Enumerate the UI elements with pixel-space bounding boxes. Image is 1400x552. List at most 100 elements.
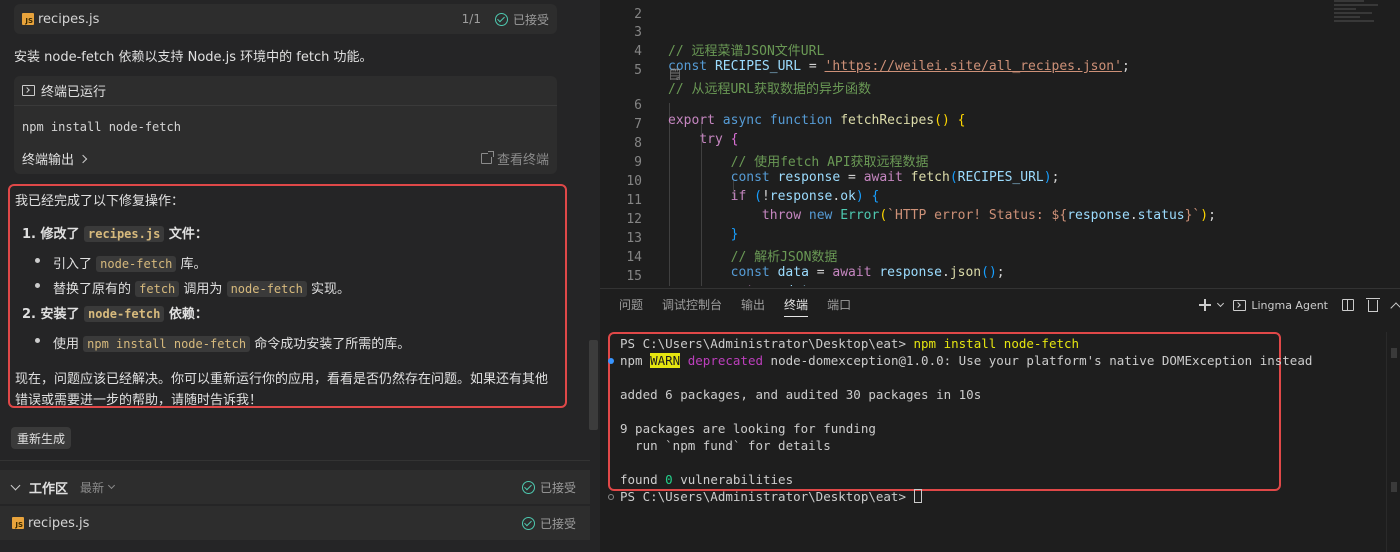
terminal-line: found 0 vulnerabilities xyxy=(620,472,793,487)
accepted-label: 已接受 xyxy=(539,516,576,531)
view-terminal-label: 查看终端 xyxy=(496,153,549,168)
step2-suffix: 依赖： xyxy=(168,307,208,322)
npm-label: npm xyxy=(620,353,651,368)
step2-prefix: 2. 安装了 xyxy=(22,307,80,322)
terminal-line: npm WARN deprecated node-domexception@1.… xyxy=(620,353,1312,368)
tab-ports[interactable]: 端口 xyxy=(827,289,851,321)
b3-suffix: 命令成功安装了所需的库。 xyxy=(254,337,411,352)
summary-closing-1: 现在，问题应该已经解决。你可以重新运行你的应用，看看是否仍然存在问题。如果还有其… xyxy=(15,372,549,387)
b3-prefix: 使用 xyxy=(53,337,80,352)
scroll-marker xyxy=(1391,482,1397,492)
workspace-file-item[interactable]: JS recipes.js 已接受 xyxy=(0,506,590,540)
code-line: 12 } xyxy=(600,197,1360,242)
command-decoration-icon[interactable] xyxy=(608,494,614,500)
terminal-panel[interactable]: PS C:\Users\Administrator\Desktop\eat> n… xyxy=(600,320,1400,552)
change-count: 1/1 xyxy=(461,12,481,26)
code-line: 10 if (!response.ok) { xyxy=(600,159,1360,204)
workspace-header[interactable]: 工作区 最新 已接受 xyxy=(0,470,590,504)
regenerate-button[interactable]: 重新生成 xyxy=(11,427,72,449)
tab-terminal[interactable]: 终端 xyxy=(784,289,809,321)
new-terminal-plus-icon[interactable] xyxy=(1199,299,1212,311)
js-file-icon: JS xyxy=(12,517,24,529)
scroll-marker xyxy=(1391,348,1397,358)
b2-code1: fetch xyxy=(135,281,180,297)
lingma-agent-terminal[interactable]: Lingma Agent xyxy=(1251,299,1328,312)
chevron-down-icon xyxy=(10,480,21,490)
step1-suffix: 文件： xyxy=(168,227,208,242)
tab-debug-console[interactable]: 调试控制台 xyxy=(662,289,722,321)
code-line: 5 // 从远程URL获取数据的异步函数 xyxy=(600,48,1360,97)
b1-code: node-fetch xyxy=(96,256,177,272)
terminal-output-toggle[interactable]: 终端输出 xyxy=(22,149,88,168)
b2-mid: 调用为 xyxy=(183,282,223,297)
tab-problems[interactable]: 问题 xyxy=(619,289,643,321)
workspace-file-name: recipes.js xyxy=(28,515,90,531)
chevron-down-icon xyxy=(107,481,116,489)
terminal-line: 9 packages are looking for funding xyxy=(620,421,876,436)
code-line: 11 throw new Error(`HTTP error! Status: … xyxy=(600,178,1360,223)
panel-tab-bar: 问题 调试控制台 输出 终端 端口 Lingma Agent xyxy=(600,288,1400,320)
fix-summary: 我已经完成了以下修复操作： 1. 修改了 recipes.js 文件： 引入了 … xyxy=(8,184,567,408)
code-line: 7 try { xyxy=(600,102,1360,147)
terminal-line: added 6 packages, and audited 30 package… xyxy=(620,387,982,402)
file-name: recipes.js xyxy=(38,11,100,27)
tab-output[interactable]: 输出 xyxy=(741,289,765,321)
chat-scrollbar[interactable] xyxy=(589,340,598,430)
step1-prefix: 1. 修改了 xyxy=(22,227,80,242)
warn-message: node-domexception@1.0.0: Use your platfo… xyxy=(763,353,1313,368)
bullet-dot xyxy=(35,338,40,343)
code-line: 6 export async function fetchRecipes() { xyxy=(600,83,1360,128)
accepted-status: 已接受 xyxy=(494,11,549,28)
found-label: found xyxy=(620,472,666,487)
changed-file-card[interactable]: JS recipes.js 1/1 已接受 xyxy=(14,4,557,34)
code-editor[interactable]: 2 3 // 远程菜谱JSON文件URL 4 const RECIPES_URL… xyxy=(600,0,1400,286)
js-file-icon: JS xyxy=(22,13,34,25)
workspace-latest-dropdown[interactable]: 最新 xyxy=(80,479,116,496)
summary-bullet-1: 引入了 node-fetch 库。 xyxy=(53,253,207,272)
b3-code: npm install node-fetch xyxy=(83,336,251,352)
terminal-scrollbar[interactable] xyxy=(1386,332,1400,552)
terminal-cursor xyxy=(913,489,922,503)
code-line: 9 const response = await fetch(RECIPES_U… xyxy=(600,140,1360,185)
terminal-run-card: 终端已运行 npm install node-fetch 终端输出 查看终端 xyxy=(14,76,557,174)
summary-step-2: 2. 安装了 node-fetch 依赖： xyxy=(22,303,208,322)
bullet-dot xyxy=(35,258,40,263)
b1-prefix: 引入了 xyxy=(53,257,93,272)
workspace-file-status: 已接受 xyxy=(521,515,576,532)
chevron-down-icon[interactable] xyxy=(1217,299,1225,308)
terminal-card-header: 终端已运行 xyxy=(14,76,557,106)
minimap[interactable] xyxy=(1334,0,1386,40)
chevron-up-icon[interactable] xyxy=(1390,301,1400,314)
b2-prefix: 替换了原有的 xyxy=(53,282,132,297)
terminal-icon xyxy=(1233,299,1247,311)
b1-suffix: 库。 xyxy=(180,257,207,272)
code-line: 8 // 使用fetch API获取远程数据 xyxy=(600,121,1360,170)
vuln-label: vulnerabilities xyxy=(672,472,794,487)
prompt: PS C:\Users\Administrator\Desktop\eat> xyxy=(620,489,914,504)
summary-bullet-3: 使用 npm install node-fetch 命令成功安装了所需的库。 xyxy=(53,333,410,352)
summary-closing-2: 错误或需要进一步的帮助，请随时告诉我！ xyxy=(15,393,263,408)
split-terminal-icon[interactable] xyxy=(1342,299,1354,311)
workspace-title: 工作区 xyxy=(29,481,69,497)
step2-code: node-fetch xyxy=(84,306,165,322)
chevron-right-icon xyxy=(78,154,88,163)
code-line: 13 // 解析JSON数据 xyxy=(600,216,1360,265)
workspace-accepted-status: 已接受 xyxy=(521,479,576,496)
check-circle-icon xyxy=(521,516,535,530)
command: npm install node-fetch xyxy=(913,336,1080,351)
summary-intro: 我已经完成了以下修复操作： xyxy=(15,194,185,209)
command-decoration-icon[interactable] xyxy=(608,358,614,364)
view-terminal-link[interactable]: 查看终端 xyxy=(480,149,549,168)
trash-icon[interactable] xyxy=(1366,298,1380,312)
terminal-line: PS C:\Users\Administrator\Desktop\eat> n… xyxy=(620,336,1079,351)
line-number: 5 xyxy=(634,63,642,78)
codelens-icon[interactable]: 🗒 xyxy=(668,68,682,81)
terminal-line: run `npm fund` for details xyxy=(620,438,831,453)
step-description: 安装 node-fetch 依赖以支持 Node.js 环境中的 fetch 功… xyxy=(14,50,373,65)
panel-toolbar: Lingma Agent xyxy=(1199,289,1400,321)
deprecated-label: deprecated xyxy=(680,353,764,368)
b2-code2: node-fetch xyxy=(226,281,307,297)
ai-chat-panel: JS recipes.js 1/1 已接受 安装 node-fetch 依赖以支… xyxy=(0,0,600,552)
prompt: PS C:\Users\Administrator\Desktop\eat> xyxy=(620,336,914,351)
terminal-output-label: 终端输出 xyxy=(22,153,75,168)
